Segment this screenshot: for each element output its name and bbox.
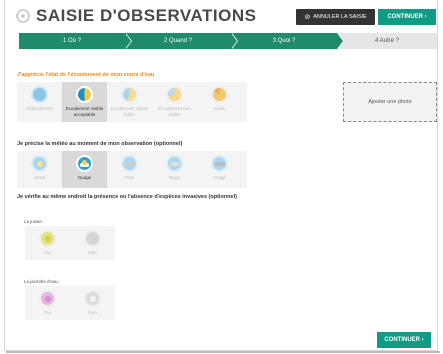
not-visible-icon — [166, 86, 183, 103]
jacinthe-no[interactable]: Non — [70, 286, 115, 320]
snow-icon — [166, 155, 183, 172]
frame-shadow — [6, 351, 440, 353]
continue-button-top[interactable]: CONTINUER › — [378, 9, 436, 25]
storm-icon — [211, 155, 228, 172]
flow-options: Débordement Ecoulement visible acceptabl… — [17, 82, 247, 122]
step-where-label: 1 Où ? — [62, 38, 81, 44]
flow-option-dry[interactable]: Assec — [197, 82, 242, 122]
jussie-options: Oui Non — [25, 226, 115, 260]
yes-icon — [39, 290, 56, 307]
invasive-section-title: Je vérifie au même endroit la présence o… — [17, 194, 237, 200]
jacinthe-yes[interactable]: Oui — [25, 286, 70, 320]
cloud-icon — [76, 155, 93, 172]
continue-button-bottom[interactable]: CONTINUER › — [377, 332, 431, 348]
step-where[interactable]: 1 Où ? — [19, 33, 132, 49]
dry-icon — [211, 86, 228, 103]
flow-option-overflow[interactable]: Débordement — [17, 82, 62, 122]
step-other[interactable]: 4 Autre ? — [337, 33, 437, 49]
header: SAISIE D'OBSERVATIONS ⊘ ANNULER LA SAISI… — [5, 0, 437, 32]
weather-option-cloud[interactable]: Nuage — [62, 151, 107, 188]
yes-icon — [39, 230, 56, 247]
overflow-icon — [31, 86, 48, 103]
rain-icon — [121, 155, 138, 172]
jussie-no[interactable]: Non — [70, 226, 115, 260]
no-icon — [84, 230, 101, 247]
weather-option-snow[interactable]: Neige — [152, 151, 197, 188]
step-when[interactable]: 2 Quand ? — [125, 33, 238, 49]
cancel-icon: ⊘ — [304, 14, 311, 21]
weather-option-rain[interactable]: Pluie — [107, 151, 152, 188]
step-other-label: 4 Autre ? — [374, 38, 400, 44]
flow-section-title: J'apprécie l'état de l'écoulement de mon… — [17, 72, 155, 78]
visible-weak-icon — [121, 86, 138, 103]
cancel-entry-button[interactable]: ⊘ ANNULER LA SAISIE — [296, 9, 375, 25]
no-icon — [84, 290, 101, 307]
step-progress: 1 Où ? 2 Quand ? 3 Quoi ? 4 Autre ? — [19, 33, 437, 49]
flow-option-not-visible[interactable]: Ecoulement non visible — [152, 82, 197, 122]
weather-options: Soleil Nuage Pluie Neige Orage — [17, 151, 247, 188]
app-frame: SAISIE D'OBSERVATIONS ⊘ ANNULER LA SAISI… — [4, 0, 438, 351]
species-label-jussie: La jussie : — [24, 219, 45, 224]
flow-option-visible-acceptable[interactable]: Ecoulement visible acceptable — [62, 82, 107, 122]
step-what-label: 3 Quoi ? — [272, 38, 296, 44]
sun-icon — [31, 155, 48, 172]
step-when-label: 2 Quand ? — [163, 38, 193, 44]
jussie-yes[interactable]: Oui — [25, 226, 70, 260]
cancel-entry-label: ANNULER LA SAISIE — [313, 14, 367, 20]
species-label-jacinthe: La jacinthe d'eau : — [24, 279, 61, 284]
eye-icon — [16, 9, 30, 23]
jacinthe-options: Oui Non — [25, 286, 115, 320]
weather-option-storm[interactable]: Orage — [197, 151, 242, 188]
step-what[interactable]: 3 Quoi ? — [231, 33, 344, 49]
visible-acceptable-icon — [76, 86, 93, 103]
add-photo-button[interactable]: Ajouter une photo — [343, 82, 437, 122]
flow-option-visible-weak[interactable]: Ecoulement visible faible — [107, 82, 152, 122]
weather-option-sun[interactable]: Soleil — [17, 151, 62, 188]
weather-section-title: Je précise la météo au moment de mon obs… — [17, 141, 183, 147]
page-title: SAISIE D'OBSERVATIONS — [36, 6, 257, 25]
